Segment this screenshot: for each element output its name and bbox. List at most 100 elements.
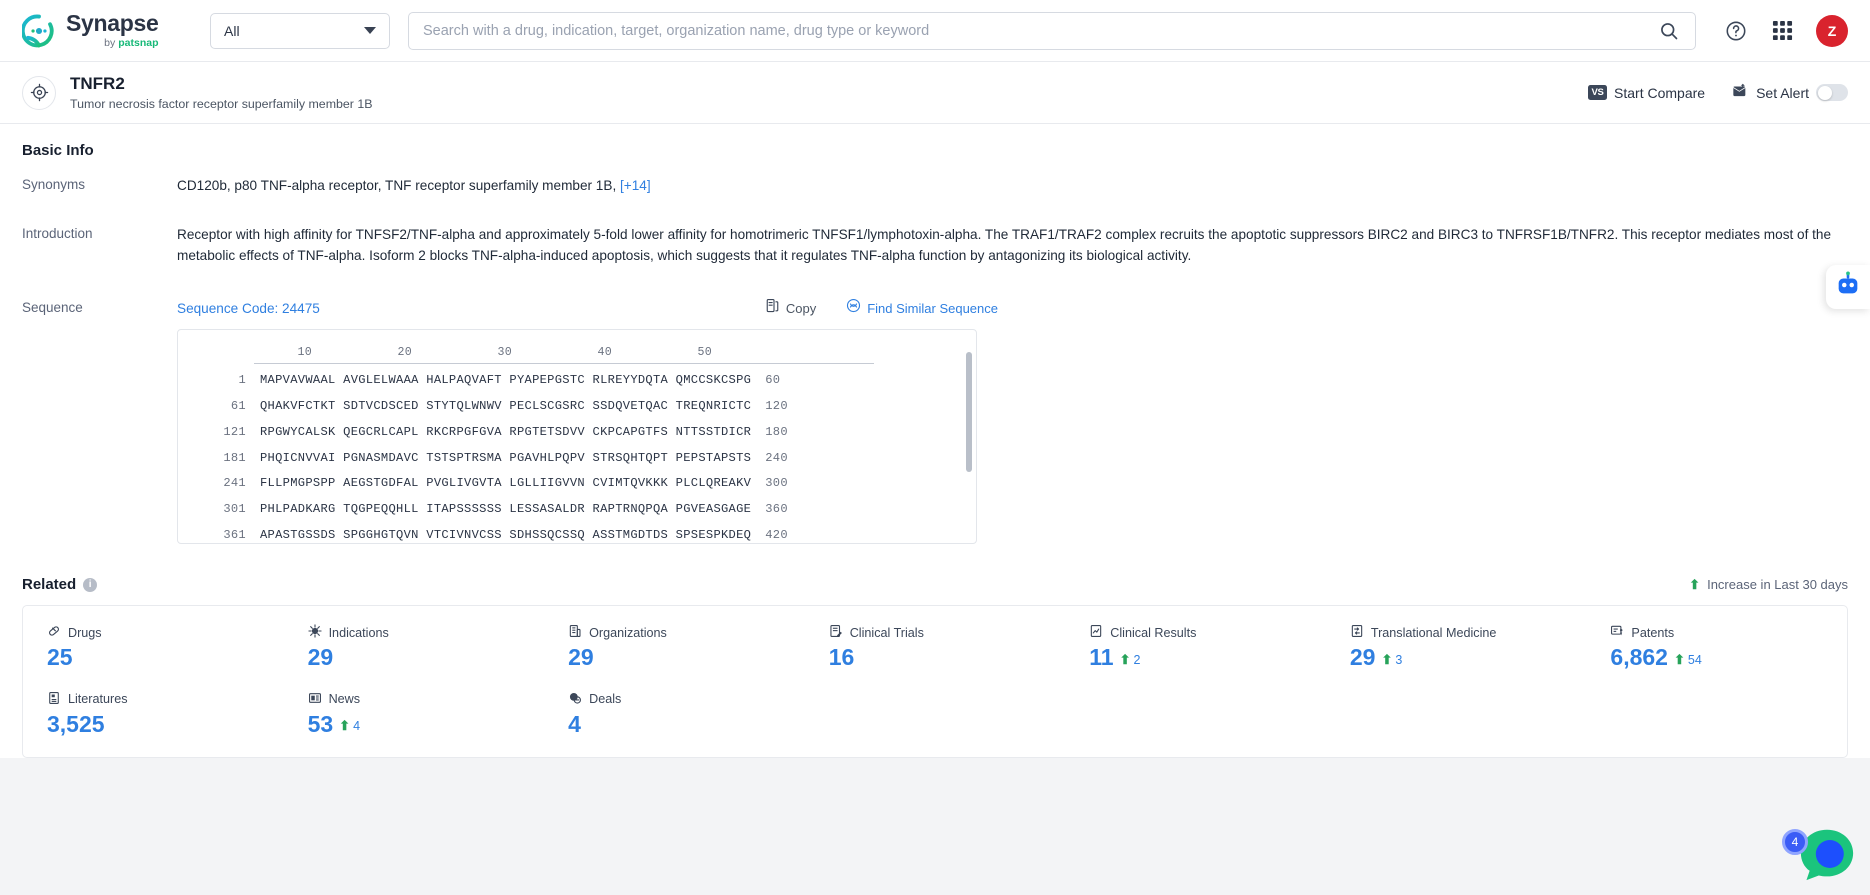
stat-value: 4 [568,710,581,737]
sequence-line: 181 PHQICNVVAI PGNASMDAVC TSTSPTRSMA PGA… [194,449,960,468]
sequence-residues: QHAKVFCTKT SDTVCDSCED STYTQLWNWV PECLSCG… [260,399,752,414]
grid-apps-icon[interactable] [1770,19,1794,43]
start-compare-button[interactable]: VS Start Compare [1588,85,1705,101]
up-arrow-icon: ⬆ [339,718,351,734]
sequence-line: 61 QHAKVFCTKT SDTVCDSCED STYTQLWNWV PECL… [194,397,960,416]
top-navigation-bar: Synapse by patsnap All Search with a dru… [0,0,1870,62]
alert-envelope-icon [1731,83,1749,102]
introduction-label: Introduction [22,226,93,242]
stat-value: 29 [1349,644,1376,671]
stat-drugs[interactable]: Drugs 25 [23,624,284,670]
stat-value: 6,862 [1610,644,1668,671]
sequence-end-index: 240 [765,450,788,465]
clinical-result-icon [1089,624,1103,641]
stat-delta: ⬆ 3 [1381,653,1402,671]
sequence-line: 241 FLLPMGPSPP AEGSTGDFAL PVGLIVGVTA LGL… [194,474,960,493]
assistant-side-widget[interactable] [1826,265,1870,309]
set-alert-label: Set Alert [1756,84,1809,101]
stat-organizations[interactable]: Organizations 29 [544,624,805,670]
sequence-ruler: 10 20 30 40 50 [194,344,960,360]
synapse-logo-icon [20,14,56,48]
building-icon [568,624,582,641]
clinical-trial-icon [829,624,843,641]
sequence-end-index: 360 [765,502,788,516]
ruler-tick: 30 [497,346,512,360]
stat-value: 3,525 [47,710,105,737]
stat-clinical-trials[interactable]: Clinical Trials 16 [805,624,1066,670]
stat-delta-value: 54 [1687,652,1702,667]
stat-news[interactable]: News 53 ⬆ 4 [284,691,545,737]
sequence-code-link[interactable]: Sequence Code: 24475 [177,298,320,319]
sequence-start-index: 181 [223,450,246,465]
chevron-down-icon [364,27,376,34]
news-icon [308,691,322,708]
search-scope-value: All [224,22,240,39]
introduction-value: Receptor with high affinity for TNFSF2/T… [177,227,1832,264]
stat-deals[interactable]: Deals 4 [544,691,805,737]
basic-info-title: Basic Info [22,142,94,159]
stat-indications[interactable]: Indications 29 [284,624,545,670]
brand-logo[interactable]: Synapse by patsnap [20,10,192,50]
stat-translational-medicine[interactable]: Translational Medicine 29 ⬆ 3 [1326,624,1587,670]
sequence-end-index: 300 [765,476,788,491]
brand-name: Synapse [66,10,159,37]
brand-company: patsnap [118,37,159,50]
stat-delta: ⬆ 2 [1120,653,1141,671]
chat-widget[interactable]: 4 [1782,827,1856,887]
stat-clinical-results[interactable]: Clinical Results 11 ⬆ 2 [1065,624,1326,670]
sequence-start-index: 61 [230,399,246,414]
stat-delta: ⬆ 54 [1674,653,1702,671]
page-bottom-strip [0,867,1870,895]
set-alert-toggle[interactable] [1816,84,1848,101]
sequence-end-index: 120 [765,399,788,414]
increase-legend-label: Increase in Last 30 days [1707,577,1848,593]
copy-icon [765,298,780,319]
entity-header-actions: VS Start Compare Set Alert [1588,83,1848,102]
deal-icon [568,691,582,708]
main-content: Basic Info Synonyms CD120b, p80 TNF-alph… [0,124,1870,758]
up-arrow-icon: ⬆ [1381,652,1393,668]
synonyms-row: Synonyms CD120b, p80 TNF-alpha receptor,… [22,169,1848,202]
global-search-box[interactable] [408,11,1696,50]
synonyms-more-link[interactable]: [+14] [620,178,651,193]
sequence-line: 301 PHLPADKARG TQGPEQQHLL ITAPSSSSSS LES… [194,500,960,519]
stat-delta-value: 3 [1395,652,1403,667]
help-icon[interactable] [1724,19,1748,43]
increase-legend: ⬆ Increase in Last 30 days [1689,577,1848,592]
app-root: Synapse by patsnap All Search with a dru… [0,0,1870,895]
search-scope-select[interactable]: All [210,12,390,49]
brand-by: by [104,37,116,50]
avatar[interactable]: Z [1816,14,1848,47]
related-stats-card: Drugs 25 Indications 29 Organizations 29… [22,605,1848,758]
page-title: TNFR2 [70,74,125,94]
sequence-panel: Sequence Code: 24475 Copy Find Similar S… [177,298,1848,545]
copy-label: Copy [785,300,817,316]
stat-literatures[interactable]: Literatures 3,525 [23,691,284,737]
ruler-tick: 40 [597,346,612,360]
up-arrow-icon: ⬆ [1673,652,1685,668]
search-input[interactable] [423,22,1657,39]
assistant-bot-icon [1834,271,1862,304]
sequence-viewer[interactable]: 10 20 30 40 50 1 MAPVAVWAAL AVGLELWAAA H… [177,329,977,545]
vs-icon: VS [1588,85,1608,100]
sequence-residues: FLLPMGPSPP AEGSTGDFAL PVGLIVGVTA LGLLIIG… [260,476,752,491]
ruler-tick: 20 [397,346,412,360]
stat-label: Clinical Trials [849,625,924,640]
sequence-scrollbar[interactable] [966,352,972,473]
chat-bubble-icon [1798,826,1856,887]
search-icon[interactable] [1657,19,1681,43]
synonyms-value: CD120b, p80 TNF-alpha receptor, TNF rece… [177,178,617,193]
find-similar-sequence-button[interactable]: Find Similar Sequence [846,298,998,319]
stat-value: 29 [307,644,334,671]
literature-icon [47,691,61,708]
sequence-start-index: 121 [223,424,246,439]
copy-sequence-button[interactable]: Copy [765,298,816,319]
sequence-residues: APASTGSSDS SPGGHGTQVN VTCIVNVCSS SDHSSQC… [260,527,752,542]
info-icon[interactable]: i [83,577,98,592]
stat-patents[interactable]: Patents 6,862 ⬆ 54 [1586,624,1847,670]
capsule-icon [47,624,61,641]
set-alert-control[interactable]: Set Alert [1731,83,1848,102]
sequence-ruler-line [254,363,874,365]
sequence-content: 10 20 30 40 50 1 MAPVAVWAAL AVGLELWAAA H… [178,330,976,543]
virus-icon [307,624,322,641]
